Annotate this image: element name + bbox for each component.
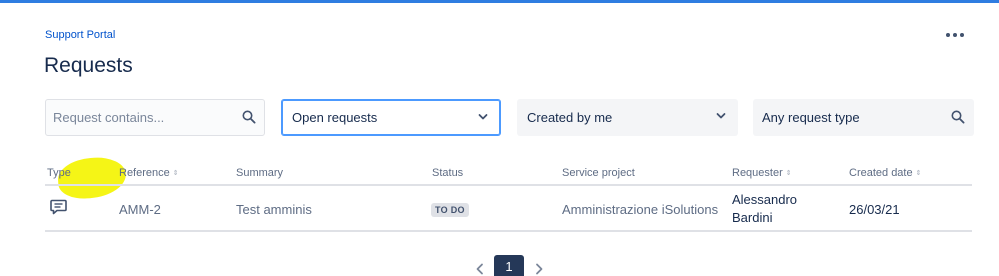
more-icon-dot (946, 33, 950, 37)
row-created-date: 26/03/21 (849, 202, 900, 217)
table-header: Type Reference ⇕ Summary Status Service p… (45, 160, 972, 186)
owner-filter-dropdown[interactable]: Created by me (517, 99, 738, 136)
row-requester-first: Alessandro (732, 192, 798, 207)
row-service-project: Amministrazione iSolutions (562, 202, 719, 217)
more-icon-dot (960, 33, 964, 37)
search-icon[interactable] (242, 110, 256, 124)
comment-icon (50, 199, 67, 215)
table-row[interactable]: AMM-2 Test amminis TO DO Amministrazione… (45, 186, 972, 232)
status-badge: TO DO (431, 203, 469, 217)
column-header-type[interactable]: Type (47, 167, 71, 179)
chevron-right-icon[interactable] (534, 263, 544, 275)
status-filter-value: Open requests (292, 110, 378, 125)
sort-icon: ⇕ (172, 169, 179, 177)
row-summary[interactable]: Test amminis (236, 202, 312, 217)
top-accent-bar (0, 0, 999, 3)
column-header-service-project[interactable]: Service project (562, 167, 635, 179)
column-header-status[interactable]: Status (432, 167, 463, 179)
chevron-left-icon[interactable] (475, 263, 485, 275)
sort-icon: ⇕ (785, 169, 792, 177)
column-header-summary[interactable]: Summary (236, 167, 283, 179)
status-filter-dropdown[interactable]: Open requests (281, 99, 501, 136)
breadcrumb[interactable]: Support Portal (45, 29, 115, 41)
search-icon[interactable] (951, 110, 965, 124)
requests-table: Type Reference ⇕ Summary Status Service p… (45, 160, 972, 232)
more-options-button[interactable] (946, 33, 964, 37)
column-header-requester[interactable]: Requester ⇕ (732, 167, 792, 179)
column-header-reference[interactable]: Reference ⇕ (119, 167, 179, 179)
page-title: Requests (44, 54, 133, 77)
sort-icon: ⇕ (915, 169, 922, 177)
request-type-filter-value: Any request type (762, 110, 860, 125)
more-icon-dot (953, 33, 957, 37)
row-reference[interactable]: AMM-2 (119, 202, 161, 217)
chevron-down-icon (716, 113, 726, 119)
pagination-current-page[interactable]: 1 (494, 255, 524, 276)
owner-filter-value: Created by me (527, 110, 613, 125)
chevron-down-icon (478, 114, 488, 120)
search-placeholder: Request contains... (53, 110, 165, 125)
column-header-created-date[interactable]: Created date ⇕ (849, 167, 921, 179)
row-requester-last: Bardini (732, 210, 773, 225)
search-input[interactable]: Request contains... (45, 99, 265, 136)
request-type-filter[interactable]: Any request type (753, 99, 974, 136)
